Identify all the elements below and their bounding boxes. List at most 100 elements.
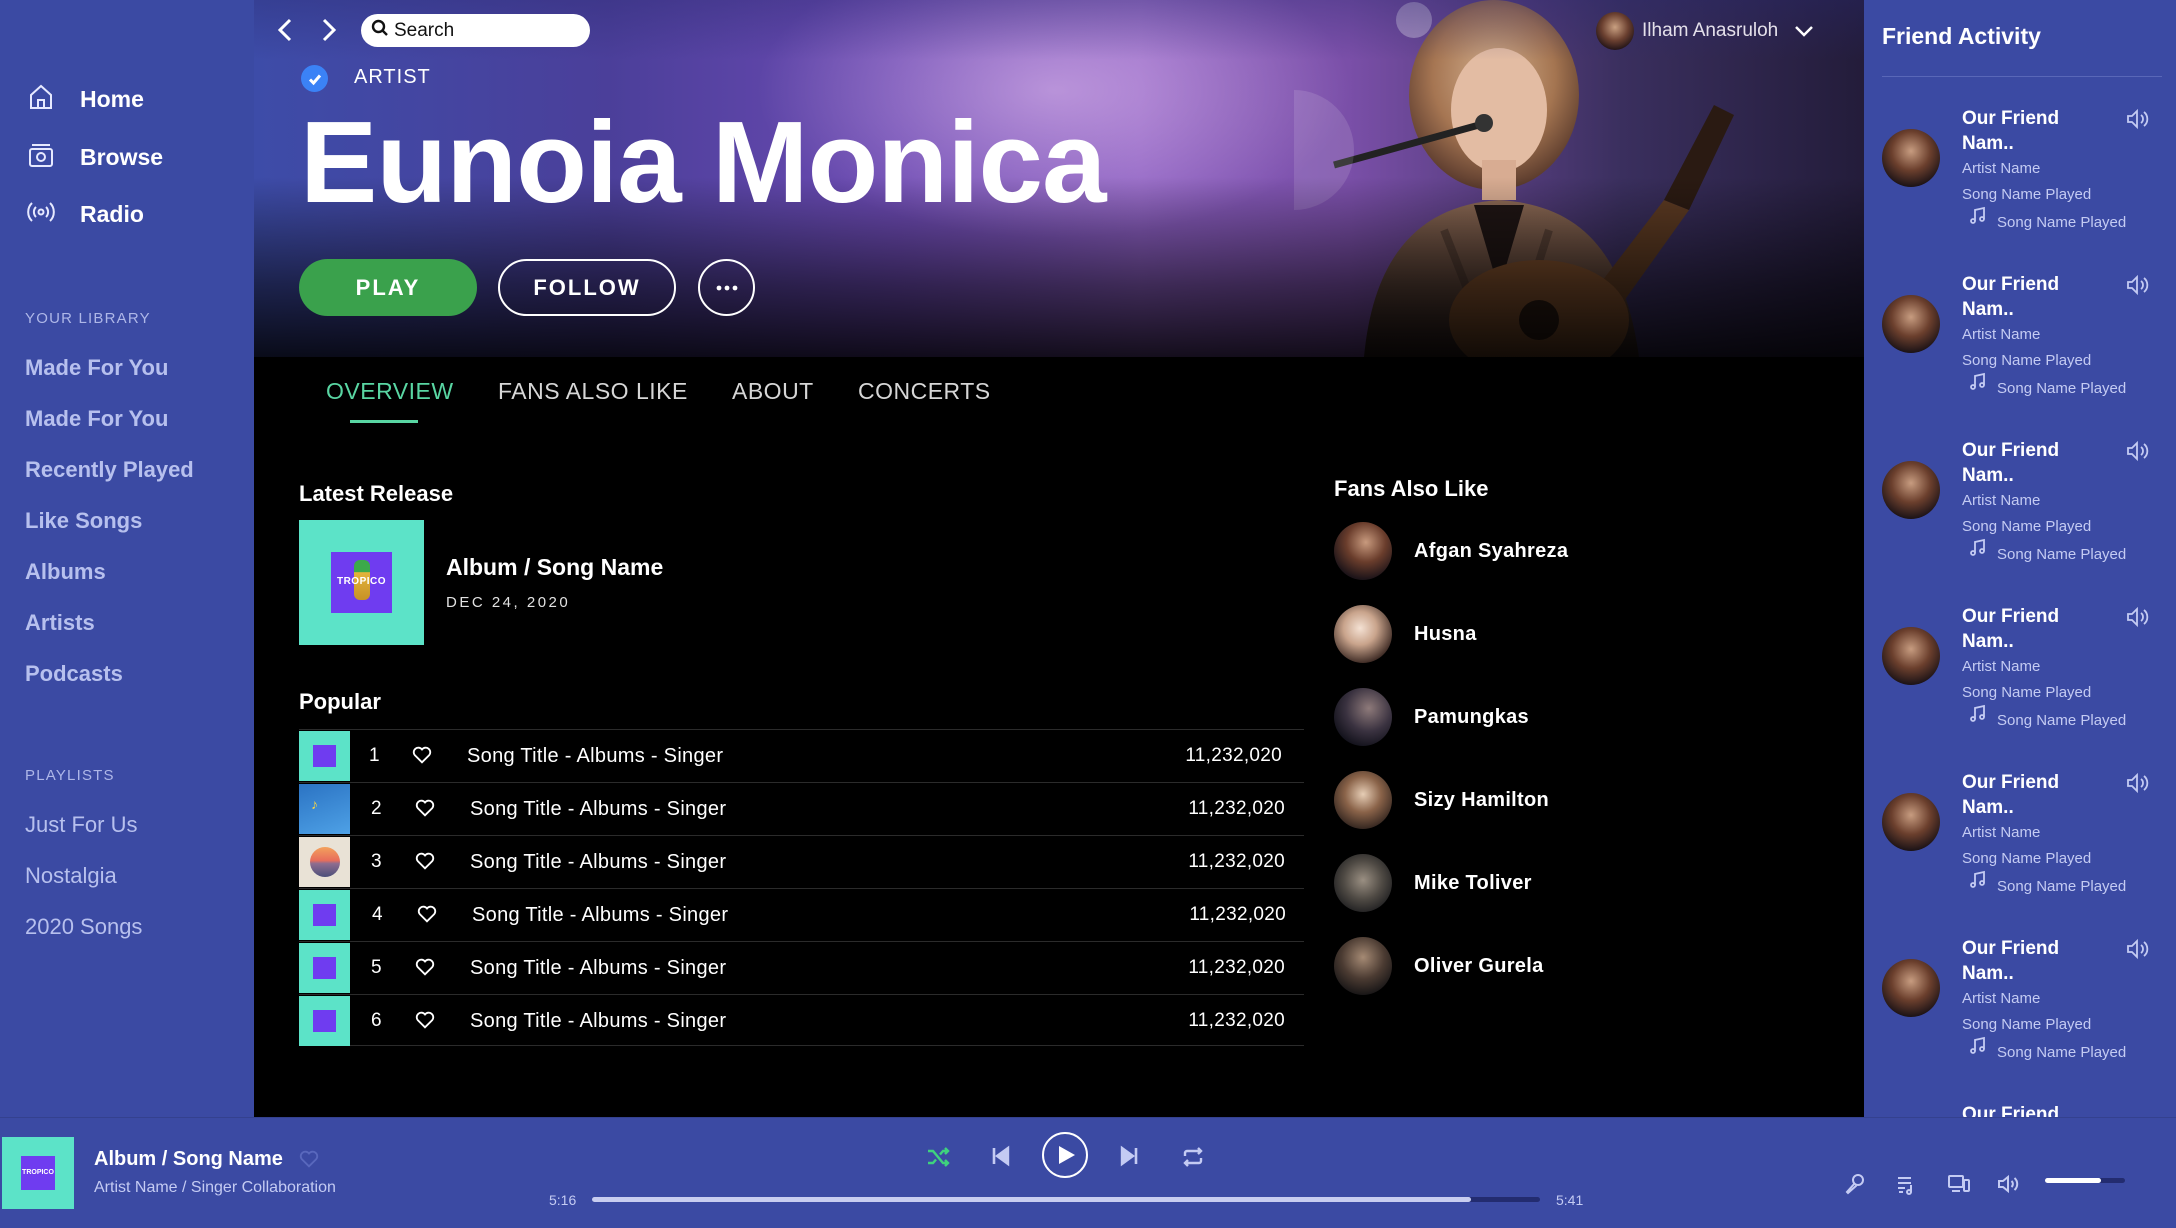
track-cover [299, 996, 350, 1046]
now-playing-title[interactable]: Album / Song Name [94, 1148, 283, 1171]
search-input[interactable] [394, 19, 584, 42]
tab-about[interactable]: ABOUT [732, 378, 814, 405]
related-artist[interactable]: Afgan Syahreza [1334, 521, 1568, 581]
track-cover [299, 943, 350, 993]
track-row[interactable]: 3 Song Title - Albums - Singer 11,232,02… [299, 835, 1304, 887]
library-item-artists[interactable]: Artists [25, 610, 95, 636]
library-item-recently-played[interactable]: Recently Played [25, 457, 194, 483]
tab-fans-also-like[interactable]: FANS ALSO LIKE [498, 378, 688, 405]
friend-song: Song Name Played [1962, 186, 2092, 203]
friend-avatar [1882, 959, 1940, 1017]
total-time: 5:41 [1556, 1192, 1584, 1208]
friend-song: Song Name Played [1962, 684, 2092, 701]
search-bar[interactable] [361, 14, 590, 47]
lyrics-button[interactable] [1843, 1172, 1867, 1196]
library-item-like-songs[interactable]: Like Songs [25, 508, 142, 534]
friend-item[interactable]: Our Friend Nam.. Artist Name Song Name P… [1864, 604, 2176, 770]
friend-now-playing: Song Name Played [1997, 546, 2127, 563]
shuffle-button[interactable] [925, 1144, 951, 1170]
track-row[interactable]: ♪ 2 Song Title - Albums - Singer 11,232,… [299, 782, 1304, 834]
friend-name: Our Friend Nam.. [1962, 772, 2060, 818]
like-button[interactable] [414, 1009, 438, 1033]
devices-button[interactable] [1947, 1172, 1971, 1196]
previous-button[interactable] [989, 1144, 1013, 1168]
queue-button[interactable] [1895, 1172, 1919, 1196]
play-button[interactable]: PLAY [299, 259, 477, 316]
user-menu[interactable]: Ilham Anasruloh [1596, 10, 1816, 52]
like-button[interactable] [414, 956, 438, 980]
nav-browse-label: Browse [80, 143, 164, 170]
back-button[interactable] [272, 16, 300, 44]
latest-release-cover[interactable]: TROPICO [299, 520, 424, 645]
speaker-icon [2124, 770, 2150, 796]
related-artist[interactable]: Pamungkas [1334, 687, 1529, 747]
chevron-left-icon [277, 18, 292, 42]
progress-bar[interactable] [592, 1197, 1540, 1202]
friend-item[interactable]: Our Friend Nam.. Artist Name Song Name P… [1864, 272, 2176, 438]
search-icon [371, 19, 389, 42]
divider [1882, 76, 2162, 77]
now-playing-like-button[interactable] [298, 1148, 322, 1172]
tab-concerts[interactable]: CONCERTS [858, 378, 991, 405]
now-playing-cover[interactable]: TROPICO [2, 1137, 74, 1209]
tab-overview[interactable]: OVERVIEW [326, 378, 454, 405]
track-row[interactable]: 1 Song Title - Albums - Singer 11,232,02… [299, 729, 1304, 781]
volume-slider[interactable] [2045, 1178, 2125, 1183]
mute-button[interactable] [1996, 1172, 2020, 1196]
speaker-icon [2124, 438, 2150, 464]
next-button[interactable] [1117, 1144, 1141, 1168]
library-item-made-for-you[interactable]: Made For You [25, 355, 168, 381]
friend-avatar [1882, 793, 1940, 851]
track-title: Song Title - Albums - Singer [470, 957, 727, 979]
track-row[interactable]: 4 Song Title - Albums - Singer 11,232,02… [299, 888, 1304, 940]
forward-button[interactable] [314, 16, 342, 44]
track-cover [299, 731, 350, 781]
browse-icon [26, 140, 56, 175]
like-button[interactable] [411, 744, 435, 768]
playlist-item-nostalgia[interactable]: Nostalgia [25, 863, 117, 889]
friend-activity-panel: Friend Activity Our Friend Nam.. Artist … [1864, 0, 2176, 1117]
library-item-podcasts[interactable]: Podcasts [25, 661, 123, 687]
nav-radio[interactable]: Radio [26, 194, 144, 234]
repeat-icon [1183, 1147, 1203, 1167]
related-artist[interactable]: Oliver Gurela [1334, 936, 1544, 996]
nav-home[interactable]: Home [26, 79, 144, 119]
artist-name-label: Husna [1414, 622, 1477, 645]
now-playing-artist[interactable]: Artist Name / Singer Collaboration [94, 1179, 336, 1197]
follow-button[interactable]: FOLLOW [498, 259, 676, 316]
track-row[interactable]: 5 Song Title - Albums - Singer 11,232,02… [299, 941, 1304, 993]
friend-item[interactable]: Our Friend Nam.. Artist Name Song Name P… [1864, 106, 2176, 272]
library-item-made-for-you-2[interactable]: Made For You [25, 406, 168, 432]
friend-name: Our Friend Nam.. [1962, 606, 2060, 652]
friend-item[interactable]: Our Friend Nam.. Artist Name Song Name P… [1864, 936, 2176, 1102]
artist-name: Eunoia Monica [300, 97, 1107, 227]
friend-item[interactable]: Our Friend Nam.. Artist Name Song Name P… [1864, 438, 2176, 604]
track-row[interactable]: 6 Song Title - Albums - Singer 11,232,02… [299, 994, 1304, 1046]
repeat-button[interactable] [1180, 1144, 1206, 1170]
track-cover: ♪ [299, 784, 350, 834]
cover-scribble-icon: ♪ [311, 796, 318, 812]
music-note-icon [1968, 870, 1988, 890]
friend-song: Song Name Played [1962, 352, 2092, 369]
related-artist[interactable]: Mike Toliver [1334, 853, 1532, 913]
shuffle-icon [928, 1147, 950, 1167]
track-title: Song Title - Albums - Singer [472, 904, 729, 926]
play-pause-button[interactable] [1042, 1132, 1088, 1178]
friend-item[interactable]: Our Friend Nam.. Artist Name Song Name P… [1864, 770, 2176, 936]
playlist-item-just-for-us[interactable]: Just For Us [25, 812, 137, 838]
playlist-item-2020-songs[interactable]: 2020 Songs [25, 914, 142, 940]
like-button[interactable] [416, 903, 440, 927]
nav-browse[interactable]: Browse [26, 137, 163, 177]
more-options-button[interactable] [698, 259, 755, 316]
music-note-icon [1968, 1036, 1988, 1056]
friend-item[interactable]: Our Friend [1864, 1102, 2176, 1117]
latest-release-title[interactable]: Album / Song Name [446, 554, 663, 581]
like-button[interactable] [414, 797, 438, 821]
like-button[interactable] [414, 850, 438, 874]
track-number: 2 [371, 798, 382, 819]
track-play-count: 11,232,020 [1188, 851, 1285, 872]
library-item-albums[interactable]: Albums [25, 559, 106, 585]
related-artist[interactable]: Sizy Hamilton [1334, 770, 1549, 830]
track-title: Song Title - Albums - Singer [467, 745, 724, 767]
related-artist[interactable]: Husna [1334, 604, 1477, 664]
